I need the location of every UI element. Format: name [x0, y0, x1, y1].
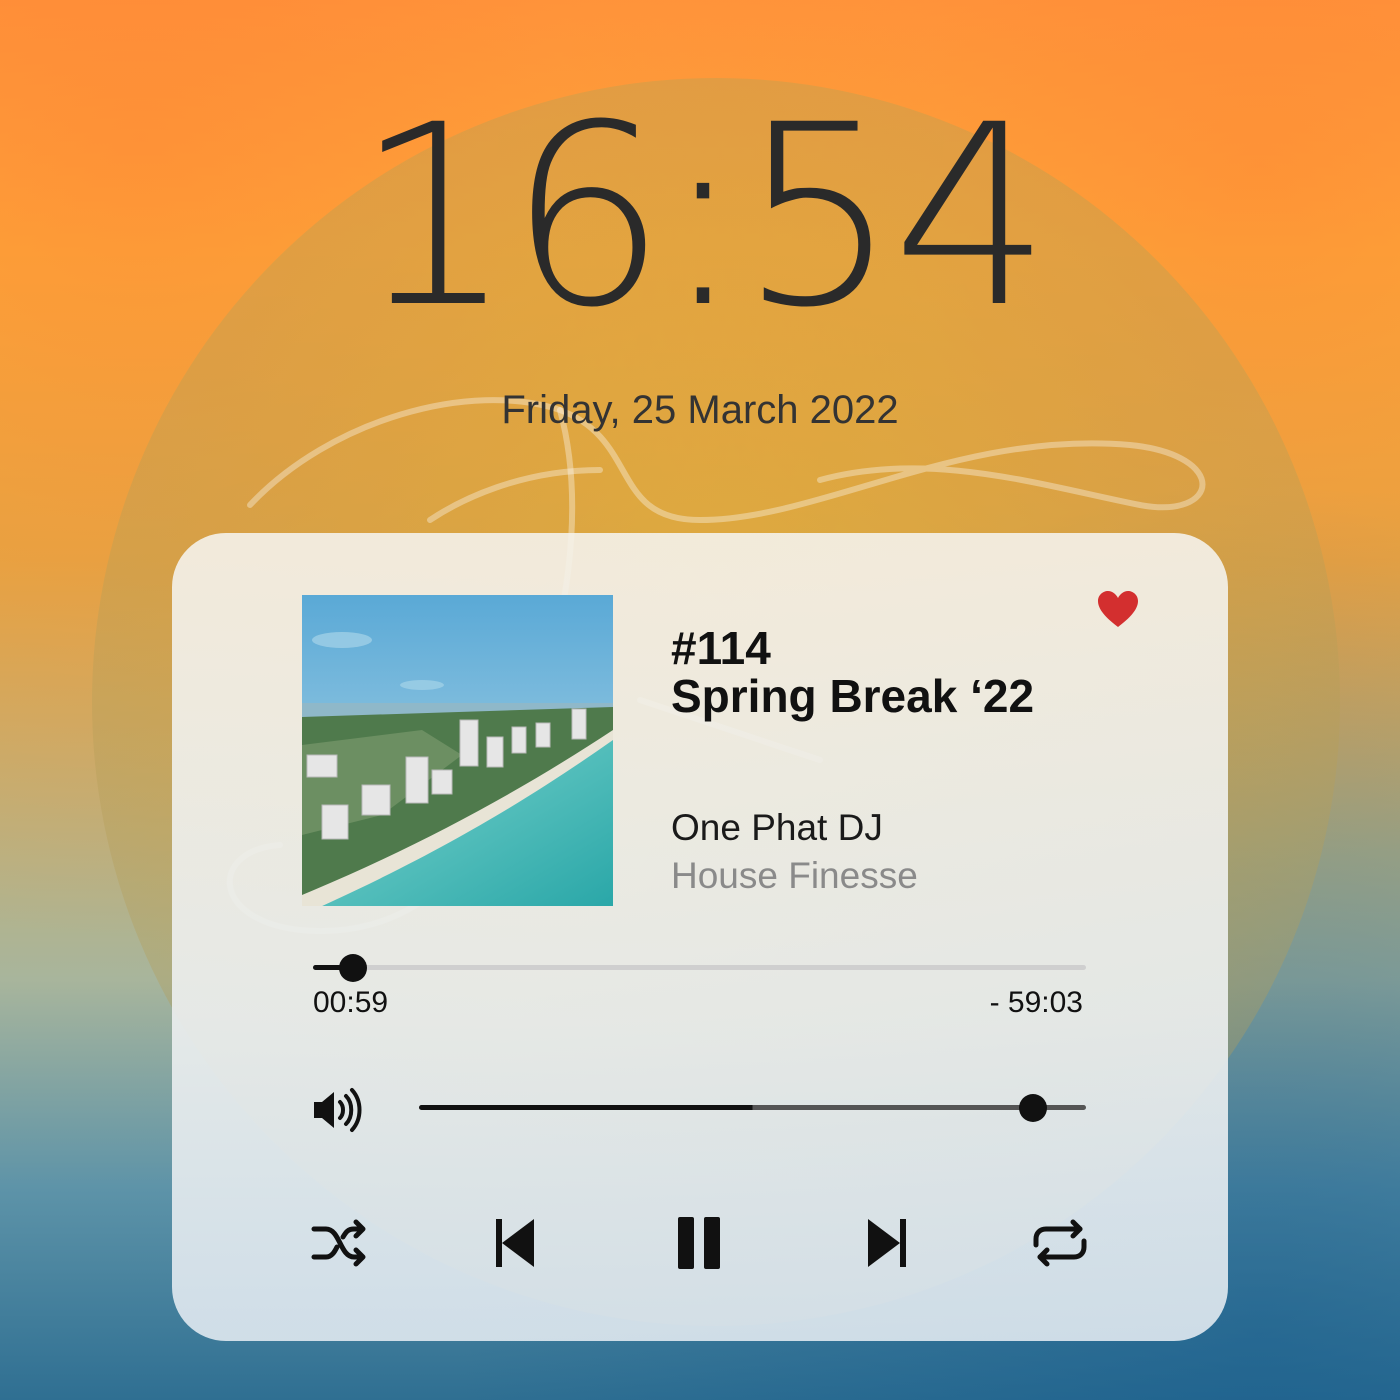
artist-name: One Phat DJ	[671, 807, 883, 848]
volume-slider[interactable]	[419, 1094, 1086, 1122]
heart-icon[interactable]	[1098, 591, 1138, 629]
pause-icon	[678, 1217, 720, 1269]
pause-button[interactable]	[670, 1213, 730, 1273]
remaining-time: - 59:03	[989, 986, 1083, 1019]
previous-button[interactable]	[486, 1213, 546, 1273]
repeat-button[interactable]	[1030, 1213, 1090, 1273]
volume-fill	[419, 1105, 1086, 1110]
progress-slider[interactable]	[313, 954, 1086, 982]
elapsed-time: 00:59	[313, 986, 389, 1019]
show-name: House Finesse	[671, 855, 918, 896]
next-button[interactable]	[856, 1213, 916, 1273]
previous-icon	[496, 1219, 534, 1267]
track-title: Spring Break ‘22	[671, 670, 1035, 722]
volume-icon[interactable]	[312, 1085, 362, 1135]
next-icon	[868, 1219, 906, 1267]
episode-number: #114	[671, 622, 771, 674]
progress-knob[interactable]	[339, 954, 368, 982]
repeat-icon	[1033, 1219, 1087, 1267]
lockscreen-date: Friday, 25 March 2022	[501, 388, 899, 432]
lockscreen-clock: 16:54	[354, 71, 1051, 362]
music-player-card: #114 Spring Break ‘22 One Phat DJ House …	[172, 533, 1228, 1341]
shuffle-icon	[311, 1219, 366, 1267]
album-art	[302, 595, 613, 906]
shuffle-button[interactable]	[310, 1213, 370, 1273]
volume-knob[interactable]	[1018, 1094, 1047, 1122]
